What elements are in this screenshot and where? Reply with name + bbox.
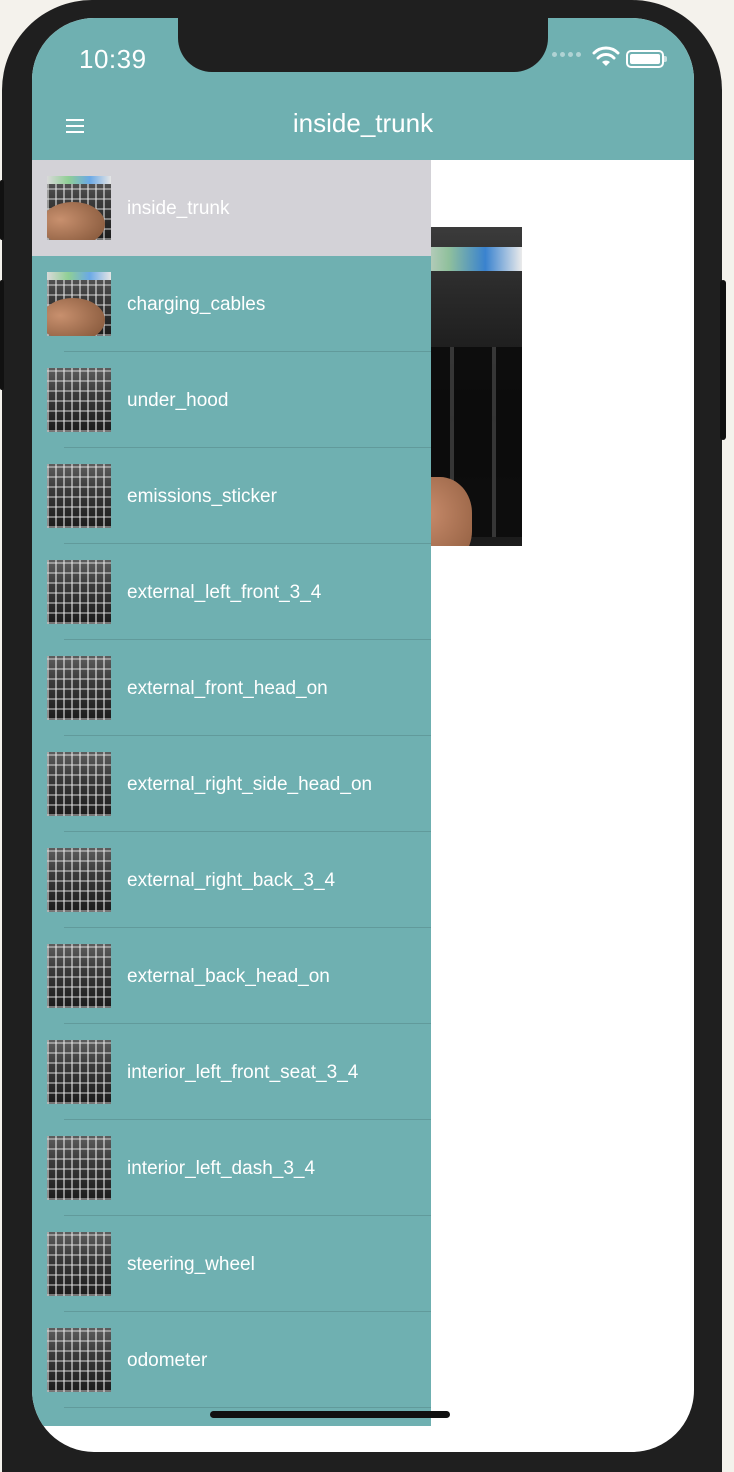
photo-thumbnail: [47, 368, 111, 432]
drawer-item-interior-left-front-seat[interactable]: interior_left_front_seat_3_4: [32, 1024, 431, 1120]
volume-button: [0, 180, 4, 240]
volume-button: [0, 280, 4, 390]
drawer-item-external-left-front[interactable]: external_left_front_3_4: [32, 544, 431, 640]
drawer-item-steering-wheel[interactable]: steering_wheel: [32, 1216, 431, 1312]
photo-thumbnail: [47, 464, 111, 528]
photo-thumbnail: [47, 1040, 111, 1104]
drawer-item-label: charging_cables: [127, 293, 266, 315]
drawer-item-odometer[interactable]: odometer: [32, 1312, 431, 1408]
photo-thumbnail: [47, 560, 111, 624]
drawer-item-label: interior_left_dash_3_4: [127, 1157, 316, 1179]
side-button: [720, 280, 726, 440]
page-title: inside_trunk: [292, 108, 434, 138]
drawer-item-label: steering_wheel: [127, 1253, 255, 1275]
drawer-item-label: odometer: [127, 1349, 208, 1371]
drawer-item-label: interior_left_front_seat_3_4: [127, 1061, 359, 1083]
photo-thumbnail: [47, 1328, 111, 1392]
photo-thumbnail: [47, 656, 111, 720]
photo-thumbnail: [47, 1232, 111, 1296]
wifi-icon: [592, 46, 620, 66]
drawer-item-label: emissions_sticker: [127, 485, 277, 507]
drawer-item-external-front-head-on[interactable]: external_front_head_on: [32, 640, 431, 736]
drawer-item-charging-cables[interactable]: charging_cables: [32, 256, 431, 352]
drawer-item-label: inside_trunk: [127, 197, 230, 219]
drawer-item-label: under_hood: [127, 389, 229, 411]
app-screen: r 10:39 inside_trunk inside_trunk char: [32, 18, 694, 1452]
photo-thumbnail: [47, 176, 111, 240]
drawer-item-label: external_left_front_3_4: [127, 581, 322, 603]
home-indicator[interactable]: [210, 1411, 450, 1418]
device-notch: [178, 18, 548, 72]
photo-thumbnail: [47, 944, 111, 1008]
status-time: 10:39: [79, 44, 147, 74]
drawer-item-label: external_right_side_head_on: [127, 773, 373, 795]
photo-thumbnail: [47, 752, 111, 816]
drawer-item-external-back-head-on[interactable]: external_back_head_on: [32, 928, 431, 1024]
drawer-item-emissions-sticker[interactable]: emissions_sticker: [32, 448, 431, 544]
drawer-item-label: external_back_head_on: [127, 965, 330, 987]
drawer-item-inside-trunk[interactable]: inside_trunk: [32, 160, 431, 256]
drawer-item-label: external_front_head_on: [127, 677, 328, 699]
drawer-item-label: external_right_back_3_4: [127, 869, 336, 891]
side-drawer: inside_trunk charging_cables under_hood …: [32, 160, 431, 1426]
photo-thumbnail: [47, 848, 111, 912]
cellular-signal-icon: [552, 52, 581, 57]
battery-icon: [626, 50, 667, 68]
drawer-item-under-hood[interactable]: under_hood: [32, 352, 431, 448]
drawer-item-external-right-back[interactable]: external_right_back_3_4: [32, 832, 431, 928]
drawer-item-interior-left-dash[interactable]: interior_left_dash_3_4: [32, 1120, 431, 1216]
photo-thumbnail: [47, 272, 111, 336]
photo-thumbnail: [47, 1136, 111, 1200]
drawer-item-external-right-side-head-on[interactable]: external_right_side_head_on: [32, 736, 431, 832]
